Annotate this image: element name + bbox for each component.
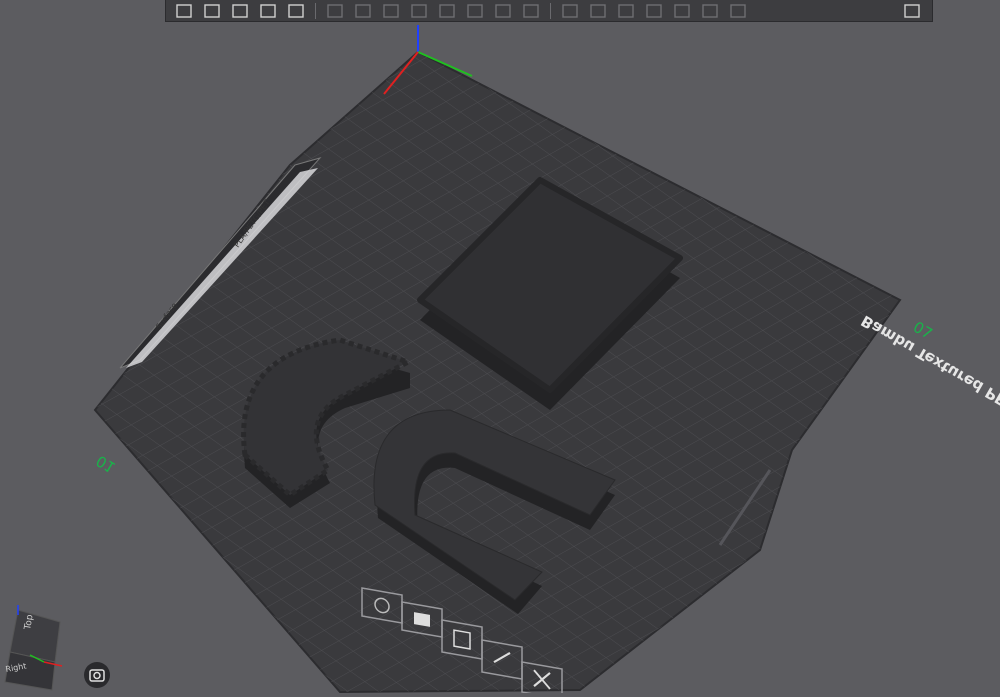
exit-button[interactable] bbox=[898, 1, 926, 21]
snapshot-button[interactable] bbox=[84, 662, 110, 688]
color-paint-icon bbox=[523, 3, 539, 18]
3d-viewport[interactable]: PLA/PETG/PET Surface Bambu Textured PEI … bbox=[0, 0, 1000, 697]
scale-icon bbox=[383, 3, 399, 18]
assembly-button[interactable] bbox=[612, 1, 640, 21]
lay-on-face-icon bbox=[411, 3, 427, 18]
support-paint-icon bbox=[467, 3, 483, 18]
move-icon bbox=[327, 3, 343, 18]
plate-settings-button[interactable] bbox=[254, 1, 282, 21]
exit-icon bbox=[904, 3, 920, 18]
add-object-icon bbox=[176, 3, 192, 18]
arrange-grid-button[interactable] bbox=[198, 1, 226, 21]
mesh-boolean-button[interactable] bbox=[696, 1, 724, 21]
orient-icon bbox=[232, 3, 248, 18]
top-toolbar bbox=[165, 0, 933, 22]
plate-settings-icon bbox=[260, 3, 276, 18]
scale-button[interactable] bbox=[377, 1, 405, 21]
toolbar-separator bbox=[550, 2, 551, 19]
measure-icon bbox=[590, 3, 606, 18]
move-button[interactable] bbox=[321, 1, 349, 21]
brim-icon bbox=[646, 3, 662, 18]
split-icon bbox=[730, 3, 746, 18]
mesh-boolean-icon bbox=[702, 3, 718, 18]
plate-label-front: 01 bbox=[93, 452, 119, 477]
rotate-icon bbox=[355, 3, 371, 18]
assembly-icon bbox=[618, 3, 634, 18]
add-object-button[interactable] bbox=[170, 1, 198, 21]
support-paint-button[interactable] bbox=[461, 1, 489, 21]
layers-button[interactable] bbox=[282, 1, 310, 21]
camera-icon bbox=[89, 669, 105, 682]
text-button[interactable] bbox=[556, 1, 584, 21]
seam-paint-icon bbox=[495, 3, 511, 18]
cut-icon bbox=[439, 3, 455, 18]
split-button[interactable] bbox=[724, 1, 752, 21]
color-paint-button[interactable] bbox=[517, 1, 545, 21]
svg-icon bbox=[674, 3, 690, 18]
text-icon bbox=[562, 3, 578, 18]
scene-canvas[interactable]: PLA/PETG/PET Surface Bambu Textured PEI … bbox=[0, 0, 1000, 697]
brim-button[interactable] bbox=[640, 1, 668, 21]
layers-icon bbox=[288, 3, 304, 18]
arrange-grid-icon bbox=[204, 3, 220, 18]
cut-button[interactable] bbox=[433, 1, 461, 21]
measure-button[interactable] bbox=[584, 1, 612, 21]
seam-paint-button[interactable] bbox=[489, 1, 517, 21]
orient-button[interactable] bbox=[226, 1, 254, 21]
svg-button[interactable] bbox=[668, 1, 696, 21]
view-cube[interactable]: Top Right bbox=[0, 600, 80, 693]
lay-on-face-button[interactable] bbox=[405, 1, 433, 21]
toolbar-separator bbox=[315, 2, 316, 19]
rotate-button[interactable] bbox=[349, 1, 377, 21]
